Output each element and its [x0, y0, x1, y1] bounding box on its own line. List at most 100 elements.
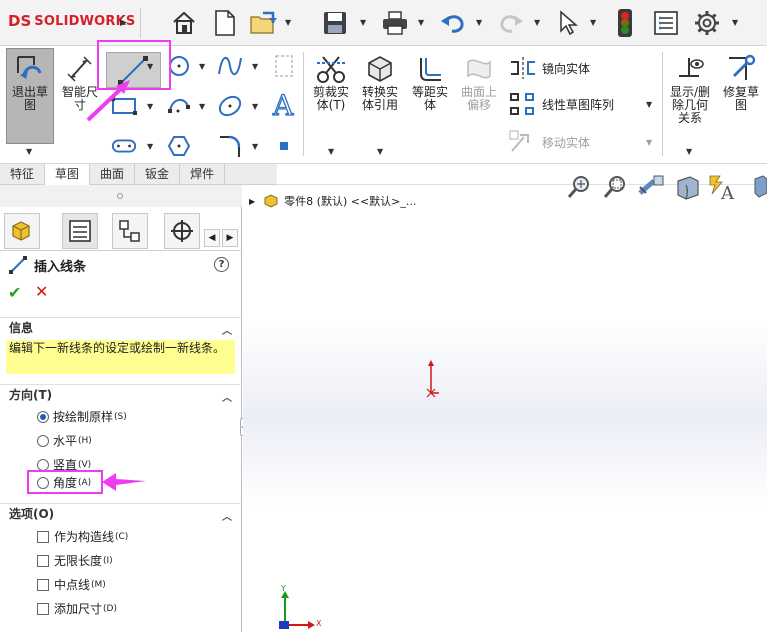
rebuild-icon[interactable]	[608, 6, 642, 40]
panel-grip[interactable]	[0, 185, 242, 207]
info-header-label: 信息	[9, 321, 34, 335]
dynamic-annotation-views-icon[interactable]: A	[705, 170, 741, 204]
checkbox[interactable]	[37, 578, 49, 591]
ellipse-dropdown-icon[interactable]: ▼	[252, 102, 258, 111]
manager-tabs-scroll-right-icon[interactable]: ▶	[222, 229, 238, 247]
polygon-icon[interactable]	[165, 132, 193, 160]
toolbar-separator	[140, 8, 141, 38]
expand-arrow-icon[interactable]: ▶	[249, 197, 255, 206]
logo-menu-arrow-icon[interactable]: ▶	[120, 18, 127, 28]
undo-icon[interactable]	[436, 6, 470, 40]
previous-view-icon[interactable]	[633, 170, 669, 204]
radio-horizontal[interactable]: 水平 (H)	[37, 432, 92, 449]
select-dropdown-icon[interactable]: ▼	[590, 18, 596, 27]
slot-icon[interactable]	[110, 132, 138, 160]
radio-label: 水平	[53, 434, 78, 448]
radio-button[interactable]	[37, 434, 49, 447]
redo-dropdown-icon[interactable]: ▼	[534, 18, 540, 27]
text-icon[interactable]: A	[270, 89, 298, 119]
linear-pattern-button[interactable]: 线性草图阵列	[508, 90, 614, 118]
configuration-manager-tab[interactable]	[112, 213, 148, 249]
circle-dropdown-icon[interactable]: ▼	[199, 62, 205, 71]
undo-dropdown-icon[interactable]: ▼	[476, 18, 482, 27]
tab-sketch[interactable]: 草图	[45, 164, 91, 185]
checkbox[interactable]	[37, 554, 49, 567]
angle-option-annotation-arrow	[102, 473, 146, 491]
tab-weldments[interactable]: 焊件	[180, 164, 226, 185]
dimxpert-manager-tab[interactable]	[164, 213, 200, 249]
section-view-icon[interactable]	[669, 170, 705, 204]
checkbox[interactable]	[37, 602, 49, 615]
zoom-to-fit-icon[interactable]	[561, 170, 597, 204]
checkbox-add-dimensions[interactable]: 添加尺寸 (D)	[37, 600, 117, 617]
home-icon[interactable]	[167, 6, 201, 40]
orientation-section-header[interactable]: 方向(T) ︿	[0, 384, 242, 404]
collapse-caret-icon[interactable]: ︿	[222, 389, 232, 404]
shortcut-key: (D)	[103, 603, 117, 614]
radio-as-sketched[interactable]: 按绘制原样 (S)	[37, 408, 127, 425]
property-manager-tab[interactable]	[62, 213, 98, 249]
tab-surfaces[interactable]: 曲面	[90, 164, 136, 185]
angle-option-annotation-box	[27, 470, 103, 494]
repair-sketch-button[interactable]: 修复草 图	[718, 52, 764, 112]
tab-sheet-metal[interactable]: 钣金	[135, 164, 181, 185]
manager-tabs-scroll-left-icon[interactable]: ◀	[204, 229, 220, 247]
relations-dropdown-icon[interactable]: ▼	[686, 147, 692, 156]
redo-icon[interactable]	[494, 6, 528, 40]
radio-button[interactable]	[37, 410, 49, 423]
linear-pattern-dropdown-icon[interactable]: ▼	[646, 100, 652, 109]
save-icon[interactable]	[318, 6, 352, 40]
file-properties-icon[interactable]	[649, 6, 683, 40]
sketch-fillet-icon[interactable]	[216, 132, 244, 160]
collapse-caret-icon[interactable]: ︿	[222, 322, 232, 337]
ok-check-icon[interactable]: ✔	[8, 283, 21, 302]
options-section-header[interactable]: 选项(O) ︿	[0, 503, 242, 523]
checkbox[interactable]	[37, 530, 49, 543]
view-orientation-icon[interactable]	[741, 170, 767, 204]
display-delete-relations-button[interactable]: 显示/删 除几何 关系	[666, 52, 714, 125]
spline-icon[interactable]	[216, 52, 244, 80]
radio-button[interactable]	[37, 458, 49, 471]
zoom-to-area-icon[interactable]	[597, 170, 633, 204]
select-icon[interactable]	[551, 6, 585, 40]
convert-dropdown-icon[interactable]: ▼	[377, 147, 383, 156]
print-icon[interactable]	[378, 6, 412, 40]
options-dropdown-icon[interactable]: ▼	[732, 18, 738, 27]
ellipse-icon[interactable]	[216, 92, 244, 120]
exit-sketch-button[interactable]: 退出草 图	[6, 52, 54, 112]
checkbox-infinite-length[interactable]: 无限长度 (I)	[37, 552, 113, 569]
trim-dropdown-icon[interactable]: ▼	[328, 147, 334, 156]
heads-up-view-toolbar: A	[561, 170, 767, 204]
mirror-label: 镜向实体	[542, 61, 591, 76]
checkbox-midpoint-line[interactable]: 中点线 (M)	[37, 576, 106, 593]
exit-sketch-dropdown-icon[interactable]: ▼	[26, 147, 32, 156]
convert-entities-button[interactable]: 转换实 体引用	[357, 52, 403, 112]
options-gear-icon[interactable]	[690, 6, 724, 40]
display-relations-label: 显示/删 除几何 关系	[669, 85, 711, 125]
offset-entities-button[interactable]: 等距实 体	[407, 52, 453, 112]
help-icon[interactable]: ?	[214, 257, 229, 272]
spline-dropdown-icon[interactable]: ▼	[252, 62, 258, 71]
print-dropdown-icon[interactable]: ▼	[418, 18, 424, 27]
save-dropdown-icon[interactable]: ▼	[360, 18, 366, 27]
rectangle-dropdown-icon[interactable]: ▼	[147, 102, 153, 111]
arc-icon[interactable]	[165, 92, 193, 120]
trim-entities-button[interactable]: 剪裁实 体(T)	[308, 52, 354, 112]
open-dropdown-icon[interactable]: ▼	[285, 18, 291, 27]
info-section-header[interactable]: 信息 ︿	[0, 317, 242, 337]
fillet-dropdown-icon[interactable]: ▼	[252, 142, 258, 151]
mirror-entities-button[interactable]: 镜向实体	[508, 54, 590, 82]
tab-features[interactable]: 特征	[0, 164, 46, 185]
open-icon[interactable]	[247, 6, 281, 40]
part-name: 零件8 (默认) <<默认>_...	[284, 195, 417, 208]
slot-dropdown-icon[interactable]: ▼	[147, 142, 153, 151]
feature-tree-flyout[interactable]: ▶ 零件8 (默认) <<默认>_...	[249, 193, 416, 209]
collapse-caret-icon[interactable]: ︿	[222, 508, 232, 523]
checkbox-for-construction[interactable]: 作为构造线 (C)	[37, 528, 128, 545]
graphics-area[interactable]: ▶ 零件8 (默认) <<默认>_... A Y X	[243, 175, 767, 632]
new-document-icon[interactable]	[208, 6, 242, 40]
feature-manager-tab[interactable]	[4, 213, 40, 249]
arc-dropdown-icon[interactable]: ▼	[199, 102, 205, 111]
cancel-x-icon[interactable]: ✕	[35, 282, 48, 301]
point-icon[interactable]	[270, 132, 298, 160]
